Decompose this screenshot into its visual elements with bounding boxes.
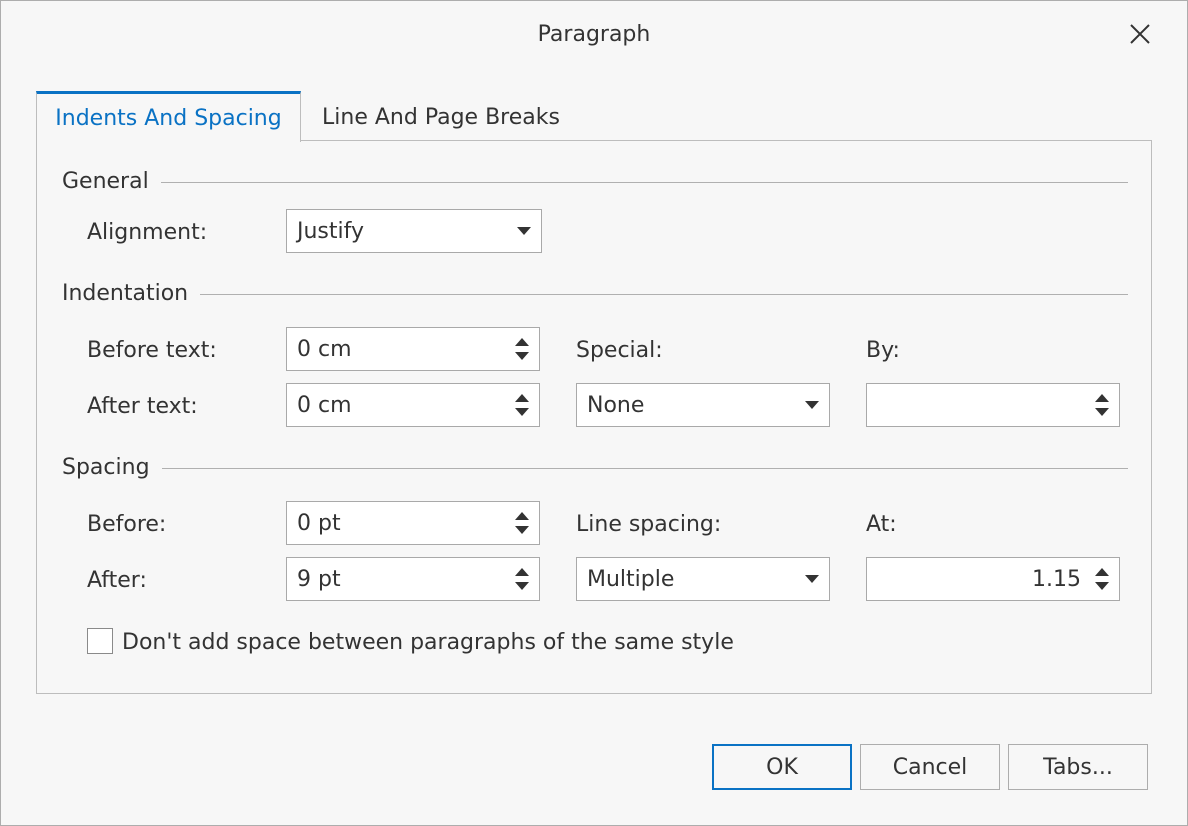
spin-buttons[interactable] — [1085, 384, 1119, 426]
spin-buttons[interactable] — [505, 502, 539, 544]
spacing-after-value: 9 pt — [297, 566, 341, 592]
spin-up-icon — [515, 568, 529, 576]
special-label: Special: — [576, 338, 663, 363]
chevron-down-icon — [795, 558, 829, 600]
alignment-label: Alignment: — [87, 220, 208, 245]
spacing-before-value: 0 pt — [297, 510, 341, 536]
group-header-general-label: General — [62, 169, 149, 194]
spacing-after-spinner[interactable]: 9 pt — [286, 557, 540, 601]
before-text-spinner[interactable]: 0 cm — [286, 327, 540, 371]
group-header-general: General — [62, 169, 1128, 194]
alignment-dropdown[interactable]: Justify — [286, 209, 542, 253]
spin-down-icon — [1095, 408, 1109, 416]
line-spacing-dropdown[interactable]: Multiple — [576, 557, 830, 601]
dont-add-space-checkbox[interactable] — [87, 628, 113, 654]
group-header-spacing: Spacing — [62, 455, 1128, 480]
tabs-button[interactable]: Tabs... — [1008, 744, 1148, 790]
special-dropdown[interactable]: None — [576, 383, 830, 427]
spin-up-icon — [1095, 394, 1109, 402]
spacing-before-spinner[interactable]: 0 pt — [286, 501, 540, 545]
ok-button[interactable]: OK — [712, 744, 852, 790]
close-icon — [1130, 24, 1150, 44]
alignment-value: Justify — [297, 218, 365, 244]
divider — [161, 468, 1128, 469]
after-text-value: 0 cm — [297, 392, 352, 418]
divider — [200, 294, 1128, 295]
before-text-label: Before text: — [87, 338, 217, 363]
chevron-down-icon — [507, 210, 541, 252]
spacing-before-label: Before: — [87, 512, 167, 537]
tab-line-and-page-breaks[interactable]: Line And Page Breaks — [301, 94, 581, 140]
at-spinner[interactable]: 1.15 — [866, 557, 1120, 601]
by-spinner[interactable] — [866, 383, 1120, 427]
special-value: None — [587, 392, 645, 418]
group-header-indentation: Indentation — [62, 281, 1128, 306]
spin-buttons[interactable] — [505, 384, 539, 426]
divider — [160, 182, 1128, 183]
spin-up-icon — [515, 394, 529, 402]
spin-up-icon — [1095, 568, 1109, 576]
cancel-button[interactable]: Cancel — [860, 744, 1000, 790]
before-text-value: 0 cm — [297, 336, 352, 362]
spin-buttons[interactable] — [505, 558, 539, 600]
spin-down-icon — [515, 408, 529, 416]
spacing-after-label: After: — [87, 568, 147, 593]
spin-buttons[interactable] — [505, 328, 539, 370]
spin-down-icon — [515, 352, 529, 360]
spin-down-icon — [515, 582, 529, 590]
group-header-spacing-label: Spacing — [62, 455, 150, 480]
close-button[interactable] — [1122, 16, 1158, 52]
chevron-down-icon — [795, 384, 829, 426]
group-header-indentation-label: Indentation — [62, 281, 189, 306]
dialog-title: Paragraph — [537, 22, 651, 47]
line-spacing-value: Multiple — [587, 566, 675, 592]
line-spacing-label: Line spacing: — [576, 512, 722, 537]
at-value: 1.15 — [1032, 566, 1081, 592]
dont-add-space-label[interactable]: Don't add space between paragraphs of th… — [122, 630, 734, 655]
spin-down-icon — [515, 526, 529, 534]
after-text-spinner[interactable]: 0 cm — [286, 383, 540, 427]
after-text-label: After text: — [87, 394, 198, 419]
spin-up-icon — [515, 512, 529, 520]
spin-up-icon — [515, 338, 529, 346]
by-label: By: — [866, 338, 900, 363]
tab-indents-and-spacing[interactable]: Indents And Spacing — [36, 91, 301, 142]
at-label: At: — [866, 512, 897, 537]
spin-buttons[interactable] — [1085, 558, 1119, 600]
spin-down-icon — [1095, 582, 1109, 590]
